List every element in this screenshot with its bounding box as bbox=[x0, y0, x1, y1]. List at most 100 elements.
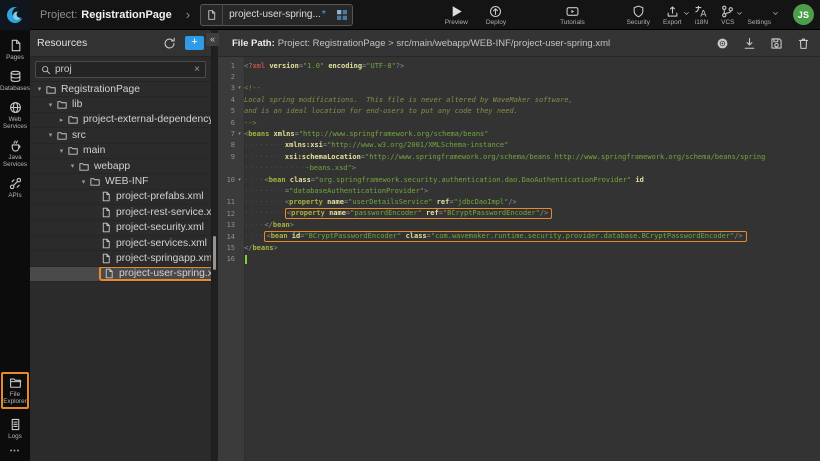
code-line-16[interactable]: 16 bbox=[218, 254, 820, 265]
tree-item-label: lib bbox=[72, 99, 82, 110]
project-breadcrumb[interactable]: Project: RegistrationPage bbox=[40, 9, 172, 21]
editor-settings-icon[interactable] bbox=[716, 37, 729, 50]
line-number: 9 bbox=[218, 153, 235, 161]
tree-item-label: project-services.xml bbox=[116, 238, 207, 249]
add-resource-button[interactable]: + bbox=[185, 36, 204, 50]
file-path-label: File Path: bbox=[232, 38, 275, 49]
sidebar-item-pages[interactable]: Pages bbox=[1, 39, 29, 61]
sidebar-item-databases[interactable]: Databases bbox=[1, 70, 29, 92]
sidebar-item-java-services[interactable]: Java Services bbox=[1, 139, 29, 168]
search-box[interactable]: × bbox=[35, 61, 206, 78]
tree-caret-icon[interactable]: ▾ bbox=[79, 178, 88, 186]
preview-button[interactable]: Preview bbox=[445, 5, 468, 26]
tree-item-project-services.xml[interactable]: project-services.xml bbox=[30, 236, 211, 251]
collapse-panel-button[interactable]: « bbox=[206, 33, 219, 46]
security-button[interactable]: Security bbox=[626, 5, 649, 26]
vcs-button[interactable]: VCS bbox=[721, 5, 734, 26]
fold-arrow-icon[interactable]: ▾ bbox=[235, 177, 244, 183]
tree-item-src[interactable]: ▾ src bbox=[30, 128, 211, 143]
tree-item-webapp[interactable]: ▾webapp bbox=[30, 159, 211, 174]
svg-text:A: A bbox=[700, 8, 707, 18]
tree-item-project-security.xml[interactable]: project-security.xml bbox=[30, 221, 211, 236]
sidebar-item-web-services[interactable]: Web Services bbox=[1, 101, 29, 130]
tree-item-label: project-prefabs.xml bbox=[116, 191, 204, 202]
export-icon bbox=[666, 5, 679, 18]
code-line-15[interactable]: 15</beans> bbox=[218, 242, 820, 253]
fold-arrow-icon[interactable]: ▾ bbox=[235, 85, 244, 91]
tree-item-label: src bbox=[72, 130, 86, 141]
tree-item-project-rest-service.xml[interactable]: project-rest-service.xml bbox=[30, 205, 211, 220]
code-line-14[interactable]: 14····<bean id="BCryptPasswordEncoder" c… bbox=[218, 231, 820, 242]
fold-arrow-icon[interactable]: ▾ bbox=[235, 131, 244, 137]
java-services-label: Java Services bbox=[1, 154, 29, 168]
tree-item-project-external-dependency-jars[interactable]: ▸project-external-dependency-jars bbox=[30, 113, 211, 128]
tree-caret-icon[interactable]: ▾ bbox=[46, 101, 55, 109]
file-icon bbox=[103, 268, 115, 279]
tree-item-project-springapp.xml[interactable]: project-springapp.xml bbox=[30, 251, 211, 266]
user-avatar[interactable]: JS bbox=[793, 4, 814, 25]
tree-caret-icon[interactable]: ▾ bbox=[68, 162, 77, 170]
preview-icon bbox=[450, 5, 463, 18]
code-line-3[interactable]: 3▾<!-- bbox=[218, 83, 820, 94]
file-icon bbox=[100, 253, 112, 264]
code-text: ········<property name="userDetailsServi… bbox=[244, 198, 820, 206]
code-line-12[interactable]: 12········<property name="passwordEncode… bbox=[218, 208, 820, 219]
code-line-7[interactable]: 7▾<beans xmlns="http://www.springframewo… bbox=[218, 128, 820, 139]
tree-caret-icon[interactable]: ▾ bbox=[35, 85, 44, 93]
tree-item-project-prefabs.xml[interactable]: project-prefabs.xml bbox=[30, 190, 211, 205]
clear-search-icon[interactable]: × bbox=[194, 64, 200, 75]
tab-file-name[interactable]: project-user-spring...* bbox=[223, 9, 332, 20]
tree-caret-icon[interactable]: ▾ bbox=[46, 131, 55, 139]
sidebar-item-file-explorer[interactable]: File Explorer bbox=[1, 372, 29, 409]
sidebar-item-logs[interactable]: Logs bbox=[1, 418, 29, 440]
apis-icon bbox=[9, 177, 22, 190]
search-input[interactable] bbox=[51, 64, 194, 75]
folder-icon bbox=[45, 84, 57, 95]
i18n-button[interactable]: Ai18N bbox=[695, 5, 708, 26]
tree-item-RegistrationPage[interactable]: ▾RegistrationPage bbox=[30, 82, 211, 97]
export-button[interactable]: Export bbox=[663, 5, 682, 26]
tutorials-button[interactable]: Tutorials bbox=[560, 5, 585, 26]
code-line-2[interactable]: 2 bbox=[218, 71, 820, 82]
code-highlight-box: <property name="passwordEncoder" ref="BC… bbox=[285, 208, 552, 219]
download-icon[interactable] bbox=[743, 37, 756, 50]
save-icon[interactable] bbox=[770, 37, 783, 50]
tree-item-lib[interactable]: ▾ lib bbox=[30, 97, 211, 112]
code-line-8[interactable]: 8········xmlns:xsi="http://www.w3.org/20… bbox=[218, 140, 820, 151]
apis-label: APIs bbox=[8, 192, 21, 199]
code-line-1[interactable]: 1<?xml version="1.0" encoding="UTF-8"?> bbox=[218, 60, 820, 71]
panel-scrollbar[interactable] bbox=[213, 236, 217, 270]
settings-label: Settings bbox=[748, 19, 772, 26]
grid-view-icon[interactable] bbox=[332, 4, 352, 26]
tree-caret-icon[interactable]: ▾ bbox=[57, 147, 66, 155]
deploy-button[interactable]: Deploy bbox=[486, 5, 506, 26]
code-line-5[interactable]: 5and is an ideal location for end-users … bbox=[218, 106, 820, 117]
code-text: and is an ideal location for end-users t… bbox=[244, 107, 820, 115]
pages-label: Pages bbox=[6, 54, 24, 61]
code-text bbox=[244, 255, 820, 264]
refresh-icon[interactable] bbox=[163, 37, 176, 50]
code-line-10[interactable]: 10▾····<bean class="org.springframework.… bbox=[218, 174, 820, 185]
wavemaker-logo-icon[interactable] bbox=[0, 0, 30, 30]
code-line-wrap[interactable]: ············-beans.xsd"> bbox=[218, 163, 820, 174]
code-line-11[interactable]: 11········<property name="userDetailsSer… bbox=[218, 197, 820, 208]
code-line-6[interactable]: 6--> bbox=[218, 117, 820, 128]
settings-button[interactable]: Settings bbox=[748, 5, 772, 26]
tree-item-WEB-INF[interactable]: ▾WEB-INF bbox=[30, 174, 211, 189]
more-options-button[interactable]: ••• bbox=[10, 448, 20, 455]
deploy-icon bbox=[489, 5, 502, 18]
resources-header: Resources + bbox=[30, 30, 211, 57]
code-line-wrap[interactable]: ········="databaseAuthenticationProvider… bbox=[218, 185, 820, 196]
code-line-9[interactable]: 9········xsi:schemaLocation="http://www.… bbox=[218, 151, 820, 162]
code-line-13[interactable]: 13····</bean> bbox=[218, 219, 820, 230]
code-area[interactable]: 1<?xml version="1.0" encoding="UTF-8"?>2… bbox=[218, 57, 820, 461]
open-file-tab[interactable]: project-user-spring...* bbox=[200, 4, 353, 26]
delete-icon[interactable] bbox=[797, 37, 810, 50]
tree-item-label: main bbox=[83, 145, 105, 156]
tree-item-main[interactable]: ▾ main bbox=[30, 144, 211, 159]
line-number: 16 bbox=[218, 255, 235, 263]
code-line-4[interactable]: 4Local spring modifications. This file i… bbox=[218, 94, 820, 105]
tree-caret-icon[interactable]: ▸ bbox=[57, 116, 66, 124]
tree-item-project-user-spring.xml[interactable]: project-user-spring.xml bbox=[30, 267, 211, 282]
sidebar-item-apis[interactable]: APIs bbox=[1, 177, 29, 199]
